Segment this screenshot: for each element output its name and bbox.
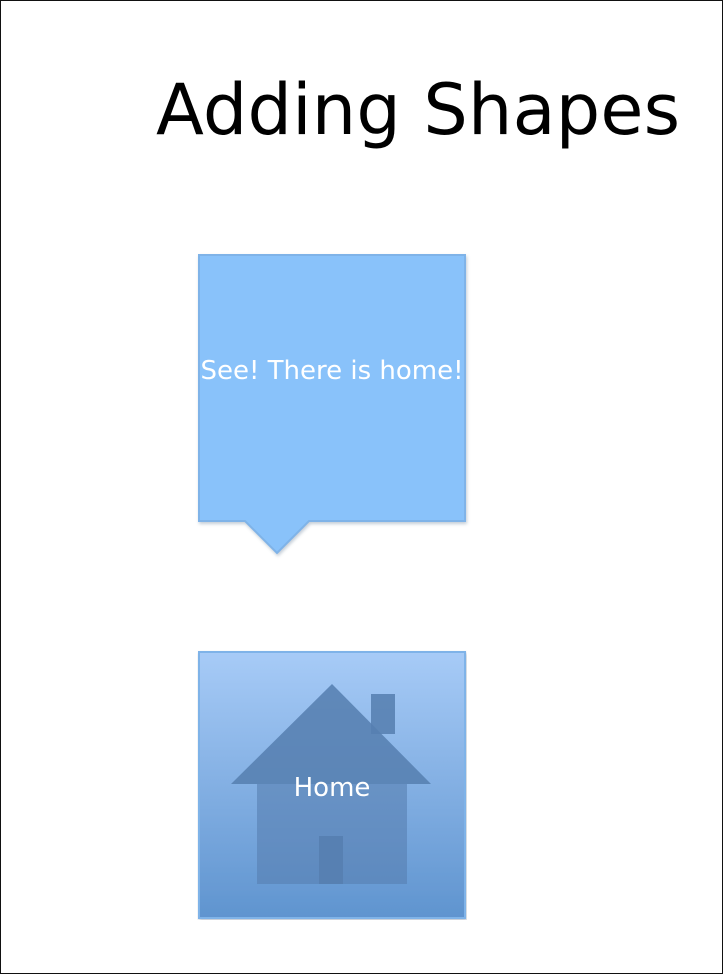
door-icon	[319, 836, 343, 884]
slide-title[interactable]: Adding Shapes	[156, 75, 680, 145]
home-label[interactable]: Home	[197, 770, 467, 806]
home-shape[interactable]: Home	[197, 650, 467, 920]
callout-shape-graphic	[198, 254, 466, 555]
slide-canvas: Adding Shapes See! There is home! Home	[0, 0, 723, 974]
callout-text[interactable]: See! There is home!	[197, 353, 467, 389]
callout-shape[interactable]: See! There is home!	[197, 253, 467, 555]
